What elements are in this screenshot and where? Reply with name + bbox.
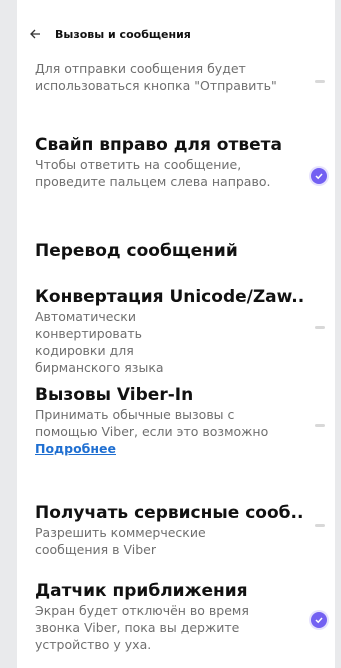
setting-send-button[interactable]: Для отправки сообщения будет использоват… <box>35 60 335 94</box>
back-button[interactable] <box>25 24 45 44</box>
setting-send-button-desc: Для отправки сообщения будет использоват… <box>35 61 277 93</box>
setting-service-messages-toggle[interactable] <box>315 524 325 527</box>
setting-service-messages-desc: Разрешить коммерческие сообщения в Viber <box>35 525 206 557</box>
setting-proximity-sensor-desc: Экран будет отключён во время звонка Vib… <box>35 603 249 652</box>
learn-more-link[interactable]: Подробнее <box>35 440 335 457</box>
setting-swipe-reply[interactable]: Свайп вправо для ответа Чтобы ответить н… <box>35 134 335 190</box>
setting-viber-in-desc: Принимать обычные вызовы с помощью Viber… <box>35 407 269 439</box>
setting-viber-in-title: Вызовы Viber-In <box>35 385 194 405</box>
setting-viber-in[interactable]: Вызовы Viber-In Принимать обычные вызовы… <box>35 384 335 457</box>
setting-service-messages[interactable]: Получать сервисные сооб.. Разрешить комм… <box>35 502 335 558</box>
setting-unicode-zawgyi-desc: Автоматически конвертировать кодировки д… <box>35 309 164 375</box>
setting-swipe-reply-desc: Чтобы ответить на сообщение, проведите п… <box>35 157 271 189</box>
setting-send-button-toggle[interactable] <box>315 80 325 83</box>
top-bar: Вызовы и сообщения <box>17 18 335 50</box>
setting-message-translation[interactable]: Перевод сообщений <box>35 240 335 262</box>
setting-proximity-sensor-title: Датчик приближения <box>35 581 248 601</box>
setting-unicode-zawgyi-title: Конвертация Unicode/Zaw.. <box>35 287 305 307</box>
page-title: Вызовы и сообщения <box>55 27 191 41</box>
setting-swipe-reply-toggle[interactable] <box>311 168 327 184</box>
setting-service-messages-title: Получать сервисные сооб.. <box>35 503 304 523</box>
setting-unicode-zawgyi-toggle[interactable] <box>315 326 325 329</box>
setting-swipe-reply-title: Свайп вправо для ответа <box>35 135 282 155</box>
setting-message-translation-title: Перевод сообщений <box>35 241 238 261</box>
arrow-left-icon <box>30 29 40 39</box>
setting-proximity-sensor[interactable]: Датчик приближения Экран будет отключён … <box>35 580 335 653</box>
setting-unicode-zawgyi[interactable]: Конвертация Unicode/Zaw.. Автоматически … <box>35 286 335 376</box>
check-icon <box>315 173 323 180</box>
setting-proximity-sensor-toggle[interactable] <box>311 612 327 628</box>
setting-viber-in-toggle[interactable] <box>315 424 325 427</box>
check-icon <box>315 617 323 624</box>
settings-screen: Вызовы и сообщения Для отправки сообщени… <box>17 0 335 668</box>
